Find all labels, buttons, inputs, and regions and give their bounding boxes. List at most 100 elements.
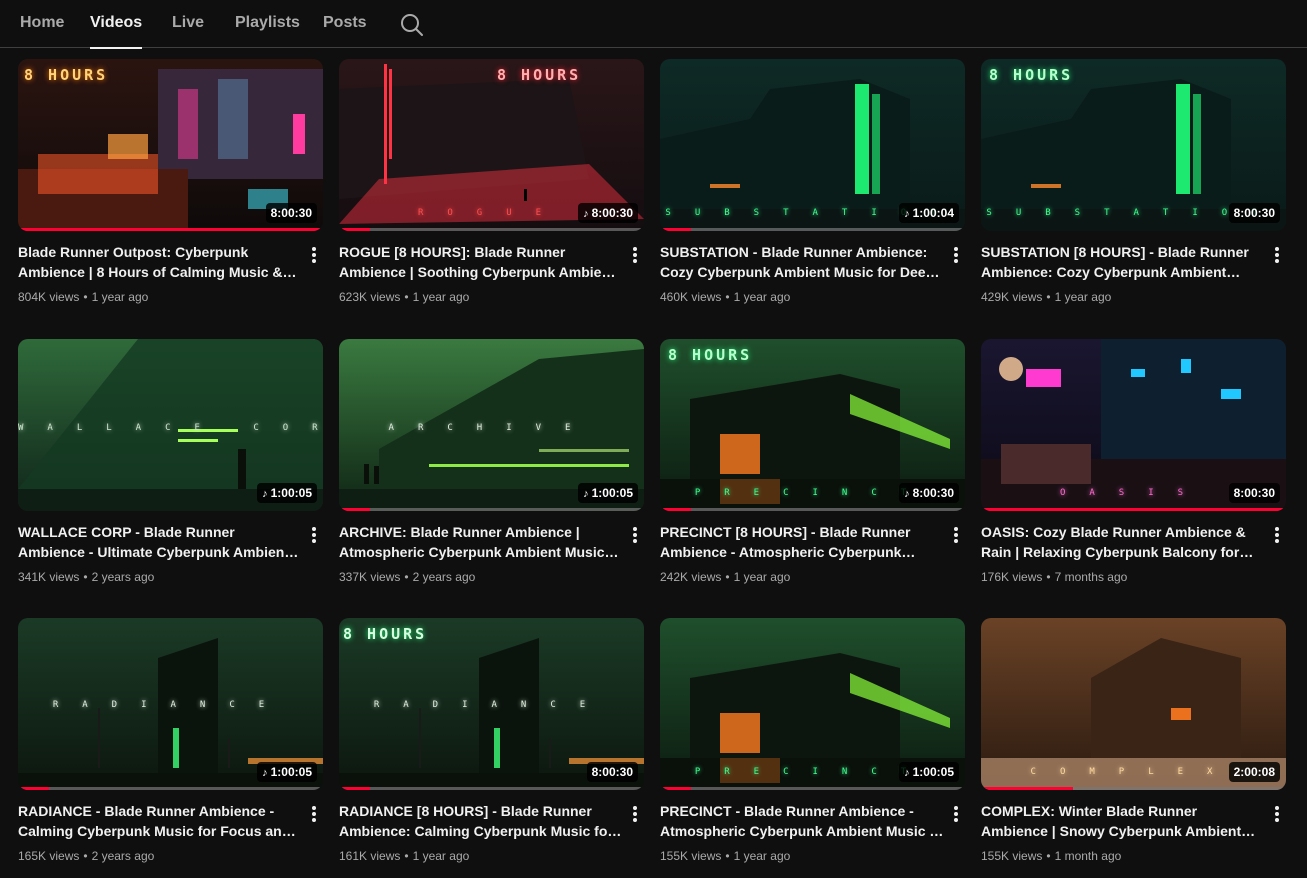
duration-text: 8:00:30 (591, 765, 633, 779)
video-title[interactable]: COMPLEX: Winter Blade Runner Ambience | … (981, 801, 1265, 841)
view-count: 176K views (981, 570, 1043, 584)
video-title[interactable]: ARCHIVE: Blade Runner Ambience | Atmosph… (339, 522, 623, 562)
watch-progress-fill (339, 508, 370, 511)
more-vert-icon[interactable] (627, 804, 643, 824)
duration-badge: ♪ 8:00:30 (899, 483, 959, 503)
video-title[interactable]: PRECINCT [8 HOURS] - Blade Runner Ambien… (660, 522, 944, 562)
view-count: 804K views (18, 290, 80, 304)
video-title[interactable]: SUBSTATION [8 HOURS] - Blade Runner Ambi… (981, 242, 1265, 282)
separator-dot: • (725, 570, 730, 584)
separator-dot: • (404, 570, 409, 584)
video-card[interactable]: 8 HOURS ROGUE ♪ 8:00:30 ROGUE [8 HOURS]: … (339, 59, 644, 321)
more-vert-icon[interactable] (1269, 804, 1285, 824)
thumbnail-hours-label: 8 HOURS (989, 66, 1074, 84)
view-count: 161K views (339, 849, 401, 863)
video-metadata: 165K views • 2 years ago (18, 849, 154, 863)
video-title[interactable]: OASIS: Cozy Blade Runner Ambience & Rain… (981, 522, 1265, 562)
view-count: 337K views (339, 570, 401, 584)
video-metadata: 155K views • 1 year ago (660, 849, 790, 863)
video-title[interactable]: RADIANCE [8 HOURS] - Blade Runner Ambien… (339, 801, 623, 841)
tab-posts[interactable]: Posts (323, 0, 367, 48)
video-title[interactable]: RADIANCE - Blade Runner Ambience - Calmi… (18, 801, 302, 841)
tab-live[interactable]: Live (172, 0, 204, 48)
video-metadata: 155K views • 1 month ago (981, 849, 1121, 863)
video-card[interactable]: 8 HOURS SUBSTATION 8:00:30 SUBSTATION [8… (981, 59, 1286, 321)
upload-age: 2 years ago (91, 570, 155, 584)
video-thumbnail[interactable]: 8 HOURS SUBSTATION 8:00:30 (981, 59, 1286, 231)
upload-age: 1 year ago (733, 849, 791, 863)
watch-progress-bar (18, 787, 323, 790)
duration-text: 8:00:30 (1233, 486, 1275, 500)
duration-text: 8:00:30 (591, 206, 633, 220)
upload-age: 2 years ago (91, 849, 155, 863)
separator-dot: • (83, 290, 88, 304)
watch-progress-fill (18, 228, 323, 231)
watch-progress-fill (660, 787, 691, 790)
video-card[interactable]: ARCHIVE ♪ 1:00:05 ARCHIVE: Blade Runner A… (339, 339, 644, 601)
video-card[interactable]: OASIS 8:00:30 OASIS: Cozy Blade Runner A… (981, 339, 1286, 601)
duration-text: 1:00:05 (591, 486, 633, 500)
video-thumbnail[interactable]: COMPLEX 2:00:08 (981, 618, 1286, 790)
more-vert-icon[interactable] (306, 245, 322, 265)
upload-age: 1 year ago (1054, 290, 1112, 304)
more-vert-icon[interactable] (627, 245, 643, 265)
separator-dot: • (1046, 849, 1051, 863)
tab-playlists[interactable]: Playlists (235, 0, 300, 48)
duration-badge: ♪ 1:00:05 (899, 762, 959, 782)
duration-badge: ♪ 1:00:05 (257, 762, 317, 782)
video-card[interactable]: COMPLEX 2:00:08 COMPLEX: Winter Blade Ru… (981, 618, 1286, 878)
upload-age: 1 year ago (412, 290, 470, 304)
more-vert-icon[interactable] (948, 525, 964, 545)
video-thumbnail[interactable]: PRECINCT ♪ 1:00:05 (660, 618, 965, 790)
separator-dot: • (725, 290, 730, 304)
more-vert-icon[interactable] (627, 525, 643, 545)
video-thumbnail[interactable]: WALLACE CORP ♪1:00:05 (18, 339, 323, 511)
more-vert-icon[interactable] (306, 525, 322, 545)
duration-text: 1:00:05 (270, 486, 312, 500)
duration-text: 1:00:05 (270, 765, 312, 779)
watch-progress-fill (18, 787, 49, 790)
video-card[interactable]: 8 HOURS 8:00:30 Blade Runner Outpost: Cy… (18, 59, 323, 321)
video-thumbnail[interactable]: 8 HOURS RADIANCE 8:00:30 (339, 618, 644, 790)
video-thumbnail[interactable]: 8 HOURS 8:00:30 (18, 59, 323, 231)
more-vert-icon[interactable] (948, 804, 964, 824)
watch-progress-bar (339, 228, 644, 231)
duration-badge: 8:00:30 (1228, 203, 1280, 223)
video-card[interactable]: RADIANCE ♪ 1:00:05 RADIANCE - Blade Runne… (18, 618, 323, 878)
tab-home[interactable]: Home (20, 0, 64, 48)
video-thumbnail[interactable]: RADIANCE ♪ 1:00:05 (18, 618, 323, 790)
more-vert-icon[interactable] (306, 804, 322, 824)
video-card[interactable]: PRECINCT ♪ 1:00:05 PRECINCT - Blade Runne… (660, 618, 965, 878)
more-vert-icon[interactable] (948, 245, 964, 265)
thumbnail-title-overlay: RADIANCE (52, 700, 289, 710)
video-title[interactable]: Blade Runner Outpost: Cyberpunk Ambience… (18, 242, 302, 282)
search-icon[interactable] (399, 12, 425, 38)
video-thumbnail[interactable]: 8 HOURS PRECINCT ♪ 8:00:30 (660, 339, 965, 511)
video-title[interactable]: PRECINCT - Blade Runner Ambience - Atmos… (660, 801, 944, 841)
video-title[interactable]: ROGUE [8 HOURS]: Blade Runner Ambience |… (339, 242, 623, 282)
video-card[interactable]: SUBSTATION ♪ 1:00:04 SUBSTATION - Blade R… (660, 59, 965, 321)
separator-dot: • (1046, 570, 1051, 584)
upload-age: 1 month ago (1054, 849, 1122, 863)
video-title[interactable]: WALLACE CORP - Blade Runner Ambience - U… (18, 522, 302, 562)
video-thumbnail[interactable]: ARCHIVE ♪ 1:00:05 (339, 339, 644, 511)
video-title[interactable]: SUBSTATION - Blade Runner Ambience: Cozy… (660, 242, 944, 282)
watch-progress-fill (339, 228, 370, 231)
upload-age: 1 year ago (733, 290, 791, 304)
separator-dot: • (725, 849, 730, 863)
video-card[interactable]: WALLACE CORP ♪1:00:05 WALLACE CORP - Bla… (18, 339, 323, 601)
video-thumbnail[interactable]: 8 HOURS ROGUE ♪ 8:00:30 (339, 59, 644, 231)
upload-age: 2 years ago (412, 570, 476, 584)
watch-progress-fill (981, 787, 1073, 790)
video-card[interactable]: 8 HOURS PRECINCT ♪ 8:00:30 PRECINCT [8 HO… (660, 339, 965, 601)
upload-age: 7 months ago (1054, 570, 1128, 584)
more-vert-icon[interactable] (1269, 525, 1285, 545)
video-card[interactable]: 8 HOURS RADIANCE 8:00:30 RADIANCE [8 HOU… (339, 618, 644, 878)
more-vert-icon[interactable] (1269, 245, 1285, 265)
watch-progress-bar (660, 228, 965, 231)
video-thumbnail[interactable]: OASIS 8:00:30 (981, 339, 1286, 511)
thumbnail-title-overlay: ARCHIVE (388, 423, 595, 433)
watch-progress-bar (660, 508, 965, 511)
tab-videos[interactable]: Videos (90, 0, 143, 49)
video-thumbnail[interactable]: SUBSTATION ♪ 1:00:04 (660, 59, 965, 231)
